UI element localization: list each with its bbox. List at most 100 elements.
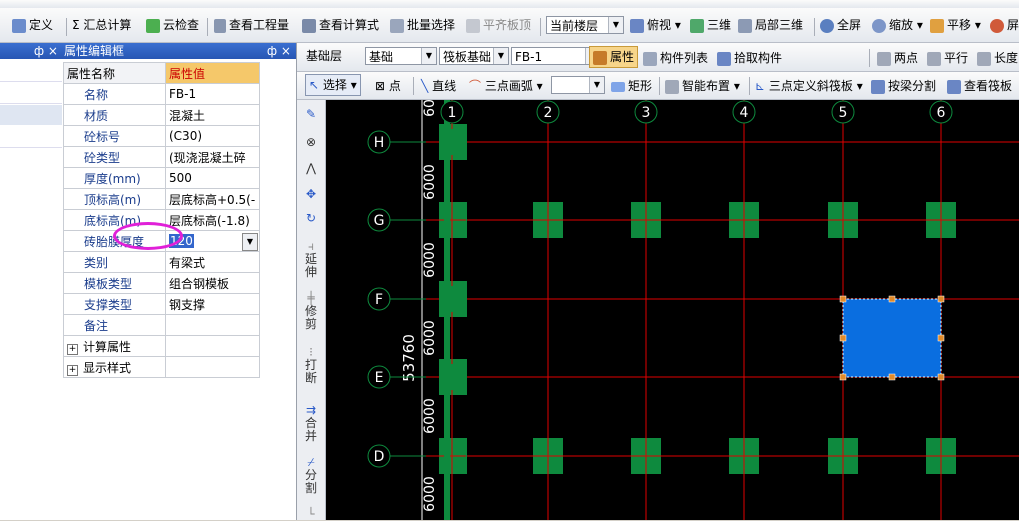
3d-button[interactable]: 三维 — [690, 14, 731, 36]
quick-toolbar: 定义 Σ 汇总计算 云检查 查看工程量 查看计算式 批量选择 平齐板顶 当前楼层… — [0, 8, 1019, 43]
length-icon — [977, 51, 991, 66]
break-button[interactable]: ⁝ 打断 — [303, 346, 319, 385]
property-row[interactable]: 砼标号 (C30) — [63, 125, 260, 147]
expand-plus-icon[interactable]: + — [67, 364, 78, 376]
more-icon[interactable]: └ — [303, 508, 319, 521]
property-icon — [593, 50, 607, 65]
axis-label-row: E — [375, 370, 384, 386]
edge-column[interactable] — [439, 286, 467, 312]
chevron-down-icon: ▼ — [493, 48, 508, 64]
cloud-check-button[interactable]: 云检查 — [146, 14, 199, 36]
property-row[interactable]: 材质 混凝土 — [63, 104, 260, 126]
edge-column[interactable] — [439, 129, 467, 155]
view-formula-button[interactable]: 查看计算式 — [302, 14, 379, 36]
slope-slab-button[interactable]: ⊾ 三点定义斜筏板 ▾ — [755, 75, 863, 97]
merge-button[interactable]: ⇉ 合并 — [303, 404, 319, 443]
top-view-button[interactable]: 俯视 ▾ — [630, 14, 681, 36]
left-panel-row[interactable] — [0, 127, 62, 148]
define-button[interactable]: 定义 — [12, 14, 53, 36]
component-select[interactable]: FB-1▼ — [511, 47, 601, 65]
local-3d-button[interactable]: 局部三维 — [738, 14, 803, 36]
axis-label-row: F — [375, 292, 383, 308]
parallel-icon — [927, 51, 941, 66]
move-icon[interactable]: ✥ — [303, 188, 319, 201]
length-button[interactable]: 长度 — [977, 47, 1018, 69]
trim-button[interactable]: ╪ 修剪 — [303, 292, 319, 331]
panel-pin-close-icon[interactable]: ф × — [267, 43, 291, 59]
selected-raft-slab[interactable] — [842, 298, 942, 378]
axis-label-col: 6 — [937, 105, 946, 121]
fullscreen-button[interactable]: 全屏 — [820, 14, 861, 36]
line-button[interactable]: ╲ 直线 — [421, 75, 456, 97]
layer-select[interactable]: 基础层 — [303, 47, 361, 65]
3d-icon — [690, 18, 704, 33]
cloud-check-icon — [146, 18, 160, 33]
slope-icon: ⊾ — [755, 79, 766, 93]
arc-option-select[interactable]: ▼ — [551, 76, 605, 94]
floor-select[interactable]: 当前楼层 ▼ — [546, 16, 624, 34]
mirror-icon[interactable]: ⋀ — [303, 162, 319, 175]
chevron-down-icon: ▼ — [421, 48, 436, 64]
smart-layout-button[interactable]: 智能布置 ▾ — [665, 75, 740, 97]
select-arrow-icon: ↖ — [309, 78, 320, 92]
property-group-row[interactable]: + 计算属性 — [63, 335, 260, 357]
sublayer-select[interactable]: 基础 ▼ — [365, 47, 437, 65]
dimension-text: 6000 — [422, 320, 438, 356]
property-row[interactable]: 模板类型 组合钢模板 — [63, 272, 260, 294]
brush-icon[interactable]: ✎ — [303, 108, 319, 121]
split-icon — [871, 79, 885, 94]
batch-select-button[interactable]: 批量选择 — [390, 14, 455, 36]
screen-button[interactable]: 屏 — [990, 14, 1019, 36]
draw-toolbar: ↖ 选择 ▾ ⊠ 点 ╲ 直线 ⌒ 三点画弧 ▾ ▼ 矩形 智能布置 ▾ ⊾ 三… — [297, 72, 1019, 100]
parallel-button[interactable]: 平行 — [927, 47, 968, 69]
property-row[interactable]: 砼类型 (现浇混凝土碎 — [63, 146, 260, 168]
modify-toolbar: ✎ ⊗ ⋀ ✥ ↻ ⫞ 延伸 ╪ 修剪 ⁝ 打断 ⇉ 合并 ⌿ 分割 └ — [297, 100, 326, 521]
property-toggle-button[interactable]: 属性 — [589, 46, 639, 68]
dimension-text: 6000 — [422, 398, 438, 434]
arc-button[interactable]: ⌒ 三点画弧 ▾ — [469, 75, 543, 97]
cad-drawing[interactable]: 60 6000 6000 6000 6000 6000 53760 1 2 3 4 5 6 H G F E… — [326, 100, 1019, 520]
split-button[interactable]: ⌿ 分割 — [303, 456, 319, 495]
property-row[interactable]: 备注 — [63, 314, 260, 336]
align-slab-top-button[interactable]: 平齐板顶 — [466, 14, 531, 36]
property-name-header: 属性名称 — [63, 62, 166, 84]
component-list-button[interactable]: 构件列表 — [643, 47, 708, 69]
rectangle-icon — [611, 81, 625, 92]
two-point-button[interactable]: 两点 — [877, 47, 918, 69]
chevron-down-icon[interactable]: ▼ — [242, 233, 258, 251]
view-slab-icon — [947, 79, 961, 94]
left-panel-row[interactable] — [0, 61, 62, 82]
quantity-icon — [214, 18, 226, 33]
axis-label-col: 3 — [642, 105, 651, 121]
left-panel-row[interactable] — [0, 81, 62, 104]
list-icon — [643, 51, 657, 66]
drawing-canvas[interactable]: 60 6000 6000 6000 6000 6000 53760 1 2 3 4 5 6 H G F E… — [326, 100, 1019, 520]
axis-label-col: 4 — [740, 105, 749, 121]
property-group-row[interactable]: + 显示样式 — [63, 356, 260, 378]
zoom-button[interactable]: 缩放 ▾ — [872, 14, 923, 36]
copy-icon[interactable]: ⊗ — [303, 136, 319, 149]
property-row[interactable]: 顶标高(m) 层底标高+0.5(- — [63, 188, 260, 210]
summary-calc-button[interactable]: Σ 汇总计算 — [72, 14, 131, 36]
expand-plus-icon[interactable]: + — [67, 343, 78, 355]
extend-button[interactable]: ⫞ 延伸 — [303, 240, 319, 279]
edge-column[interactable] — [439, 364, 467, 390]
pick-icon — [717, 51, 731, 66]
property-row[interactable]: 名称 FB-1 — [63, 83, 260, 105]
split-by-beam-button[interactable]: 按梁分割 — [871, 75, 936, 97]
pick-component-button[interactable]: 拾取构件 — [717, 47, 782, 69]
top-view-icon — [630, 18, 644, 33]
select-button[interactable]: ↖ 选择 ▾ — [305, 74, 361, 96]
element-type-select[interactable]: 筏板基础 ▼ — [439, 47, 509, 65]
rotate-icon[interactable]: ↻ — [303, 212, 319, 225]
rectangle-button[interactable]: 矩形 — [611, 75, 652, 97]
view-quantity-button[interactable]: 查看工程量 — [214, 14, 289, 36]
highlight-ellipse — [113, 222, 183, 250]
view-slab-reinf-button[interactable]: 查看筏板 — [947, 75, 1012, 97]
property-row[interactable]: 厚度(mm) 500 — [63, 167, 260, 189]
property-row[interactable]: 类别 有梁式 — [63, 251, 260, 273]
pan-button[interactable]: 平移 ▾ — [930, 14, 981, 36]
left-panel-selected-row[interactable] — [0, 105, 62, 125]
point-button[interactable]: ⊠ 点 — [375, 75, 401, 97]
property-row[interactable]: 支撑类型 钢支撑 — [63, 293, 260, 315]
